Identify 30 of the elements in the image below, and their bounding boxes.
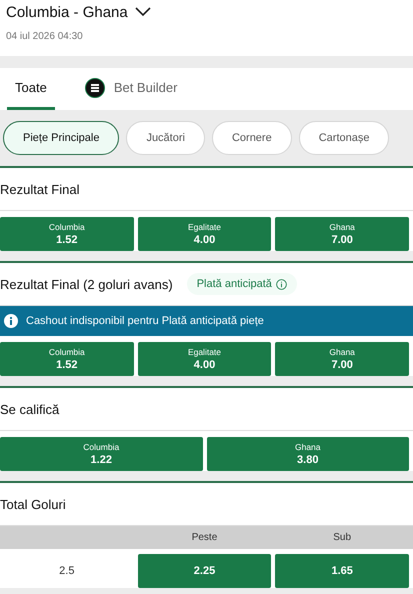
odds-button[interactable]: Egalitate 4.00 — [138, 342, 272, 376]
early-payout-badge[interactable]: Plată anticipată — [186, 273, 297, 295]
info-icon — [4, 314, 18, 328]
match-date: 04 iul 2026 04:30 — [6, 31, 84, 42]
info-icon — [276, 278, 287, 290]
filter-chip[interactable]: Cartonașe — [298, 121, 390, 155]
market-title: Rezultat Final — [0, 182, 80, 196]
match-title: Columbia - Ghana — [6, 4, 128, 20]
filter-chip[interactable]: Piețe Principale — [3, 121, 120, 155]
market-title: Se califică — [0, 402, 60, 416]
odds-button[interactable]: Ghana 7.00 — [275, 217, 409, 251]
market-title: Rezultat Final (2 goluri avans) — [0, 276, 173, 292]
odds-button[interactable]: Columbia 1.22 — [0, 437, 202, 471]
chevron-down-icon[interactable] — [134, 7, 151, 17]
odds-button[interactable]: 2.25 — [138, 554, 272, 588]
odds-button[interactable]: 1.65 — [275, 554, 409, 588]
goal-line: 2.5 — [58, 565, 76, 577]
filter-chip[interactable]: Cornere — [212, 121, 292, 155]
odds-button[interactable]: Ghana 7.00 — [275, 342, 409, 376]
odds-button[interactable]: Columbia 1.52 — [0, 217, 134, 251]
filter-chip[interactable]: Jucători — [126, 121, 205, 155]
list-icon — [84, 78, 105, 98]
market-title: Total Goluri — [0, 496, 66, 512]
info-message: Cashout indisponibil pentru Plată anticipată piețe — [26, 315, 264, 327]
column-header: Sub — [332, 532, 352, 543]
odds-button[interactable]: Egalitate 4.00 — [138, 217, 272, 251]
tab[interactable]: Bet Builder — [76, 68, 186, 110]
odds-button[interactable]: Ghana 3.80 — [206, 437, 409, 471]
column-header: Peste — [190, 532, 218, 543]
odds-button[interactable]: Columbia 1.52 — [0, 342, 134, 376]
